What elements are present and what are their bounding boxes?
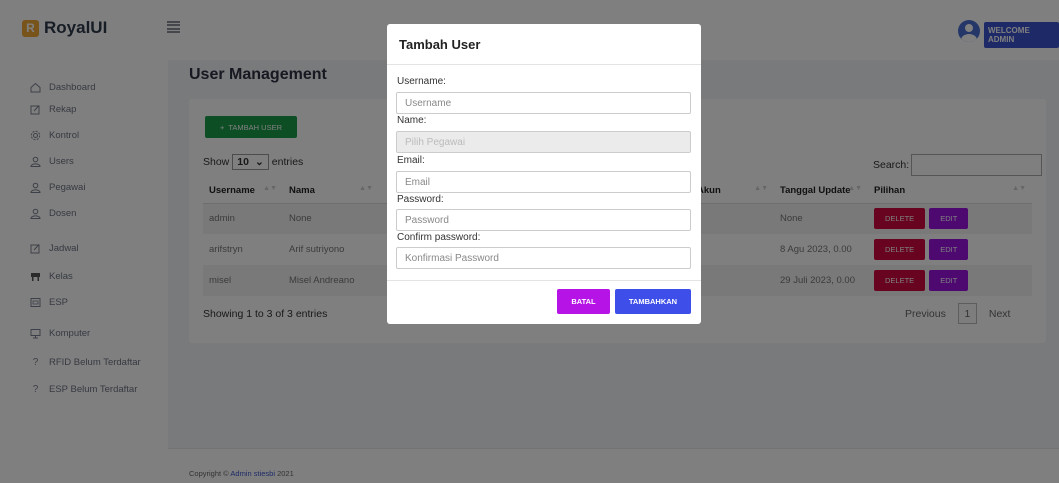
cancel-button[interactable]: BATAL (557, 289, 610, 314)
password-field[interactable]: Password (396, 209, 691, 231)
email-field[interactable]: Email (396, 171, 691, 193)
name-label: Name: (397, 115, 427, 126)
username-label: Username: (397, 76, 446, 87)
email-label: Email: (397, 155, 425, 166)
add-user-modal: Tambah User Username: Username Name: Pil… (387, 24, 701, 324)
username-field[interactable]: Username (396, 92, 691, 114)
name-field[interactable]: Pilih Pegawai (396, 131, 691, 153)
modal-title: Tambah User (399, 37, 481, 52)
confirm-password-label: Confirm password: (397, 232, 481, 243)
confirm-password-field[interactable]: Konfirmasi Password (396, 247, 691, 269)
modal-header-divider (387, 64, 701, 65)
submit-button[interactable]: TAMBAHKAN (615, 289, 691, 314)
modal-footer-divider (387, 280, 701, 281)
password-label: Password: (397, 194, 444, 205)
